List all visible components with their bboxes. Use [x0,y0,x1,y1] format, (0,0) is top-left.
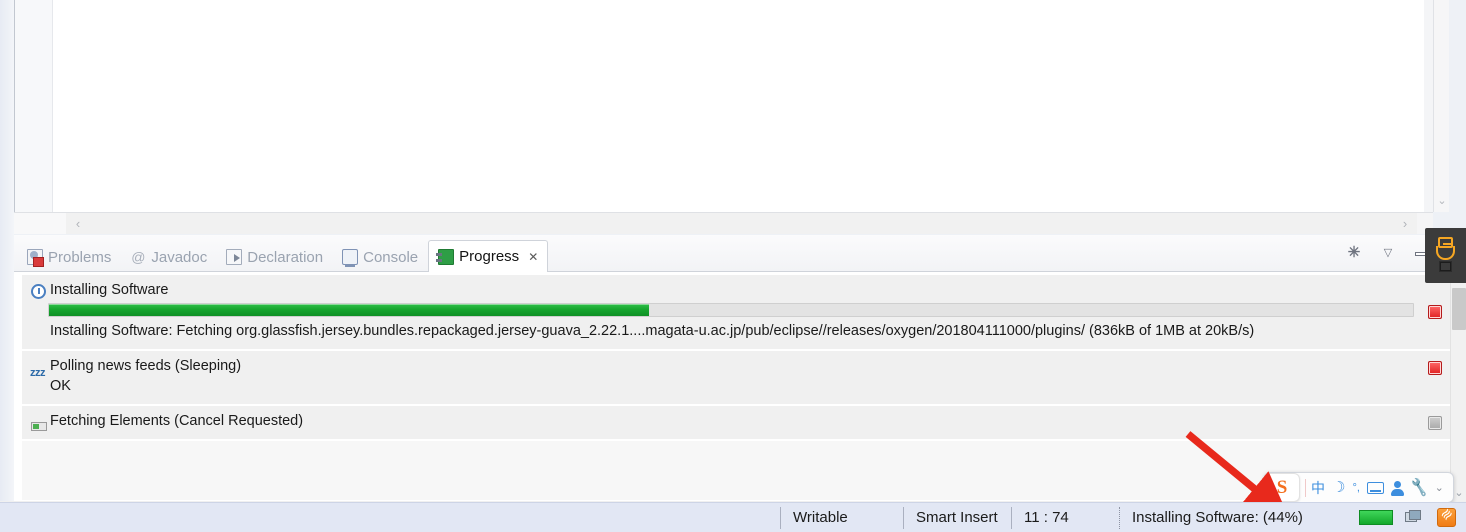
javadoc-icon: @ [131,249,146,265]
editor-area: ⌄ ‹ › [0,0,1466,501]
view-tabbar: Problems @ Javadoc Declaration Console Progre… [14,235,1466,272]
console-icon [342,249,359,267]
sogou-logo-icon[interactable]: S [1264,473,1300,502]
scrollbar-thumb[interactable] [1452,288,1466,330]
moon-icon[interactable]: ☽ [1332,479,1345,496]
tab-problems[interactable]: Problems [18,242,120,272]
soft-keyboard-icon[interactable] [1366,481,1384,494]
tab-label: Progress [459,248,520,265]
hscroll-track-left [14,213,66,234]
window-stack-icon[interactable] [1405,509,1425,526]
job-detail: Installing Software: Fetching org.glassf… [50,323,1255,339]
notification-overlay[interactable] [1425,228,1466,283]
chevron-down-icon: ▽ [1383,247,1393,259]
editor-vertical-scrollbar[interactable]: ⌄ [1433,0,1449,212]
ime-punctuation-button[interactable]: °, [1352,480,1359,496]
problems-icon [27,249,44,267]
scroll-right-icon[interactable]: › [1393,213,1417,234]
usb-drive-icon [1436,237,1455,274]
job-title: Fetching Elements (Cancel Requested) [50,413,304,429]
status-insert-mode: Smart Insert [903,506,1011,529]
status-bar: Writable Smart Insert 11 : 74 Installing… [0,502,1466,532]
status-writable: Writable [780,506,903,529]
ime-language-mode-button[interactable]: 中 [1311,480,1325,496]
network-indicator-icon[interactable] [1359,510,1393,525]
wrench-icon[interactable]: 🔧 [1408,477,1430,498]
view-toolbar: ✳ ▽ [1344,243,1432,263]
editor-horizontal-scrollbar[interactable]: ‹ › [14,212,1433,234]
tab-label: Console [363,248,419,266]
job-detail: OK [50,378,71,394]
task-icon [30,412,50,432]
rss-feed-icon[interactable] [1437,508,1456,527]
tab-label: Declaration [247,248,324,266]
chevron-down-icon[interactable]: ⌄ [1434,196,1450,207]
declaration-icon [226,249,243,265]
window-left-edge [0,0,14,501]
scroll-left-icon[interactable]: ‹ [66,213,90,234]
chevron-down-icon[interactable]: ⌄ [1435,481,1444,494]
editor-overview-ruler[interactable] [1424,0,1433,212]
tab-javadoc[interactable]: @ Javadoc [121,242,216,272]
ime-floating-toolbar[interactable]: S 中 ☽ °, 🔧 ⌄ [1264,472,1454,503]
progress-view-body: Installing Software Installing Software: … [14,272,1466,501]
ime-button-group: 中 ☽ °, 🔧 [1311,477,1430,498]
editor-line-gutter [15,0,53,212]
tab-progress[interactable]: Progress ✕ [428,240,549,272]
sogou-logo-letter: S [1276,476,1288,498]
progress-icon [436,248,455,265]
zzz-icon: zzz [30,367,46,379]
close-icon[interactable]: ✕ [528,250,538,264]
job-progress-bar [48,303,1414,317]
view-tab-list: Problems @ Javadoc Declaration Console Progre… [18,238,549,272]
stop-job-button[interactable] [1428,361,1442,375]
ime-separator [1305,478,1306,497]
progress-job-row[interactable]: Fetching Elements (Cancel Requested) [22,406,1450,441]
kill-icon: ✳ [1347,244,1361,261]
progress-job-row[interactable]: Installing Software Installing Software: … [22,275,1450,351]
user-profile-icon[interactable] [1390,480,1404,496]
status-cursor-position: 11 : 74 [1011,506,1119,529]
progress-vertical-scrollbar[interactable]: ⌃ ⌄ [1450,272,1466,501]
tab-label: Problems [48,248,112,266]
bottom-view-stack: Problems @ Javadoc Declaration Console Progre… [14,235,1466,501]
stop-job-button [1428,416,1442,430]
kill-all-jobs-button[interactable]: ✳ [1344,243,1364,263]
job-title: Polling news feeds (Sleeping) [50,358,242,374]
eclipse-window: ⌄ ‹ › Problems @ Javadoc Declaration Console… [0,0,1466,532]
progress-job-list[interactable]: Installing Software Installing Software: … [22,275,1450,500]
job-progress-fill [49,304,650,316]
clock-icon [30,281,50,301]
stop-job-button[interactable] [1428,305,1442,319]
tab-label: Javadoc [151,248,208,266]
job-progress-bar-row [22,303,1450,319]
tab-console[interactable]: Console [333,242,427,272]
editor-canvas[interactable] [14,0,1432,212]
system-tray [1359,508,1466,527]
view-menu-button[interactable]: ▽ [1378,243,1398,263]
progress-job-row[interactable]: zzz Polling news feeds (Sleeping) OK [22,351,1450,406]
job-title: Installing Software [50,282,169,298]
tab-declaration[interactable]: Declaration [217,242,332,272]
status-job-progress[interactable]: Installing Software: (44%) [1119,506,1315,529]
